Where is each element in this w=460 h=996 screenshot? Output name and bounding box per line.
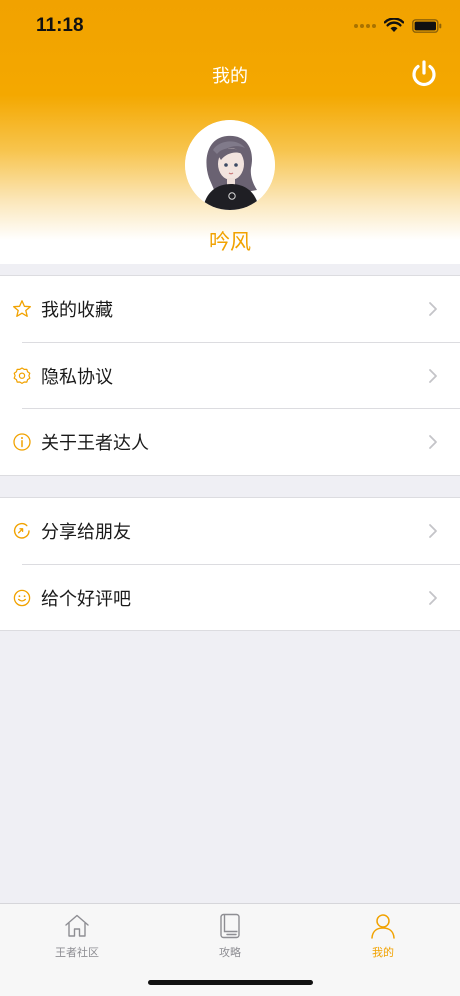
menu-item-favorites[interactable]: 我的收藏 <box>0 276 460 343</box>
wifi-icon <box>384 18 404 32</box>
menu-item-share[interactable]: 分享给朋友 <box>0 498 460 565</box>
share-icon <box>13 523 30 539</box>
tab-label: 王者社区 <box>55 946 99 959</box>
cellular-signal-icon <box>354 23 376 28</box>
tab-community[interactable]: 王者社区 <box>0 904 154 964</box>
person-icon <box>371 914 395 939</box>
page-title: 我的 <box>212 66 248 87</box>
home-icon <box>65 914 89 937</box>
menu-group-primary: 我的收藏 隐私协议 关于王者达人 <box>0 275 460 476</box>
username: 吟风 <box>209 230 251 254</box>
menu-item-label: 隐私协议 <box>41 366 113 388</box>
smile-icon <box>13 589 31 606</box>
menu-item-about[interactable]: 关于王者达人 <box>0 409 460 476</box>
menu-item-privacy[interactable]: 隐私协议 <box>0 343 460 409</box>
menu-item-label: 我的收藏 <box>41 300 113 322</box>
chevron-right-icon <box>429 590 437 605</box>
menu-item-label: 分享给朋友 <box>41 522 131 544</box>
avatar[interactable] <box>185 120 275 210</box>
menu-item-rate[interactable]: 给个好评吧 <box>0 565 460 632</box>
logout-button[interactable] <box>408 58 440 90</box>
battery-icon <box>412 18 442 33</box>
status-time: 11:18 <box>36 15 84 36</box>
status-icons <box>354 18 442 33</box>
chevron-right-icon <box>429 368 437 383</box>
gear-icon <box>13 367 31 384</box>
menu-group-secondary: 分享给朋友 给个好评吧 <box>0 497 460 631</box>
tab-label: 攻略 <box>219 946 241 959</box>
chevron-right-icon <box>429 435 437 450</box>
menu-item-label: 关于王者达人 <box>41 433 149 455</box>
avatar-portrait-icon <box>185 120 275 210</box>
info-icon <box>13 433 31 451</box>
power-icon <box>412 60 436 87</box>
chevron-right-icon <box>429 302 437 317</box>
book-icon <box>220 913 240 939</box>
home-indicator[interactable] <box>148 980 313 985</box>
tab-guides[interactable]: 攻略 <box>153 904 307 964</box>
chevron-right-icon <box>429 524 437 539</box>
status-bar: 11:18 <box>0 0 460 54</box>
tab-label: 我的 <box>372 946 394 959</box>
star-icon <box>13 300 31 318</box>
menu-item-label: 给个好评吧 <box>41 588 131 610</box>
tab-me[interactable]: 我的 <box>306 904 460 964</box>
